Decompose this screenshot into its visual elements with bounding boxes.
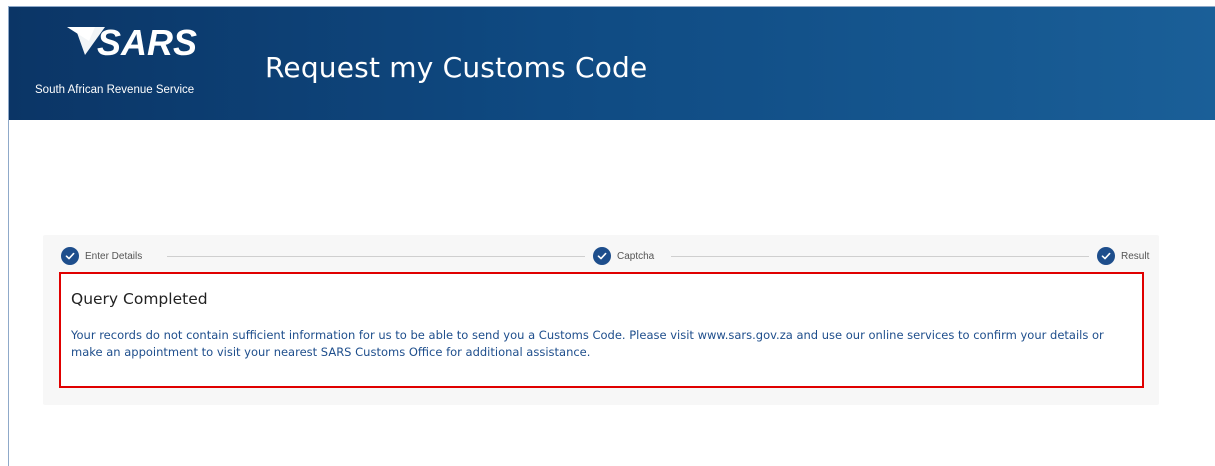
sars-logo-icon: SARS: [67, 22, 197, 63]
stepper-connector: [167, 256, 585, 257]
step-enter-details: Enter Details: [61, 245, 142, 267]
check-circle-icon: [593, 247, 611, 265]
app-window: SARS South African Revenue Service Reque…: [8, 6, 1215, 466]
page-title: Request my Customs Code: [265, 51, 648, 84]
result-heading: Query Completed: [71, 290, 208, 308]
step-label: Enter Details: [85, 250, 143, 262]
check-circle-icon: [61, 247, 79, 265]
svg-text:SARS: SARS: [97, 22, 197, 63]
stepper-connector: [671, 256, 1089, 257]
step-result: Result: [1097, 245, 1149, 267]
step-captcha: Captcha: [593, 245, 654, 267]
step-label: Result: [1121, 250, 1150, 262]
check-circle-icon: [1097, 247, 1115, 265]
result-panel: Enter Details Captcha Result Query Compl…: [43, 235, 1159, 405]
progress-stepper: Enter Details Captcha Result: [61, 245, 1149, 267]
result-message: Your records do not contain sufficient i…: [71, 328, 1104, 359]
sars-logo: SARS South African Revenue Service: [35, 21, 215, 101]
logo-tagline: South African Revenue Service: [35, 84, 195, 96]
step-label: Captcha: [617, 250, 655, 262]
query-result-box: Query Completed Your records do not cont…: [59, 272, 1144, 388]
header-banner: SARS South African Revenue Service Reque…: [9, 7, 1215, 120]
